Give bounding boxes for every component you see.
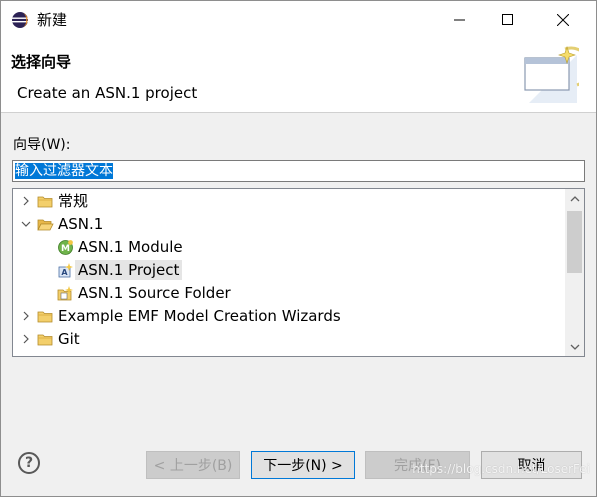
asn-project-icon: A <box>58 263 73 278</box>
tree-item-asn1-module[interactable]: M ASN.1 Module <box>13 236 565 259</box>
folder-icon <box>37 334 53 346</box>
tree-item-git[interactable]: Git <box>13 328 565 351</box>
watermark: https://blog.csdn.net/LoserFei <box>412 462 590 476</box>
tree-item-emf-examples[interactable]: Example EMF Model Creation Wizards <box>13 305 565 328</box>
help-button[interactable]: ? <box>18 452 40 474</box>
maximize-button[interactable] <box>484 1 532 39</box>
back-button[interactable]: < 上一步(B) <box>146 451 240 479</box>
chevron-down-icon[interactable] <box>20 218 32 230</box>
maximize-icon <box>502 14 513 25</box>
chevron-up-icon <box>570 195 579 201</box>
svg-text:M: M <box>61 244 70 254</box>
tree-item-label: ASN.1 Module <box>78 238 183 256</box>
tree-item-label: ASN.1 <box>58 215 104 233</box>
wizard-tree[interactable]: 常规 ASN.1 M ASN.1 Module A ASN.1 Project … <box>12 188 585 357</box>
asn-source-folder-icon <box>57 286 73 301</box>
asn-module-icon: M <box>58 240 73 255</box>
close-button[interactable] <box>539 1 587 39</box>
tree-item-label: ASN.1 Project <box>75 260 183 280</box>
filter-input-text: 输入过滤器文本 <box>15 163 113 179</box>
scroll-thumb[interactable] <box>567 211 582 273</box>
folder-icon <box>37 311 53 323</box>
banner-title: 选择向导 <box>11 53 72 71</box>
scroll-down-button[interactable] <box>565 337 584 356</box>
tree-scrollbar[interactable] <box>565 189 584 356</box>
chevron-right-icon[interactable] <box>20 310 32 322</box>
minimize-button[interactable] <box>436 1 484 39</box>
scroll-up-button[interactable] <box>565 189 584 208</box>
new-wizard-dialog: 新建 选择向导 Create an ASN.1 project 向导(W): 输… <box>0 0 597 497</box>
filter-input[interactable]: 输入过滤器文本 <box>12 160 585 182</box>
tree-item-asn1[interactable]: ASN.1 <box>13 213 565 236</box>
folder-open-icon <box>37 219 54 231</box>
svg-text:A: A <box>61 268 68 277</box>
tree-item-label: Git <box>58 330 80 348</box>
new-wizard-banner-icon <box>524 46 579 103</box>
tree-item-label: ASN.1 Source Folder <box>78 284 231 302</box>
tree-item-label: Example EMF Model Creation Wizards <box>58 307 341 325</box>
minimize-icon <box>454 19 465 21</box>
window-title: 新建 <box>37 11 68 29</box>
tree-item-label: 常规 <box>58 192 89 210</box>
title-bar: 新建 <box>1 1 596 39</box>
banner-description: Create an ASN.1 project <box>17 84 198 102</box>
help-icon: ? <box>24 455 34 471</box>
eclipse-icon <box>12 12 28 28</box>
tree-item-asn1-source-folder[interactable]: ASN.1 Source Folder <box>13 282 565 305</box>
chevron-right-icon[interactable] <box>20 195 32 207</box>
chevron-right-icon[interactable] <box>20 333 32 345</box>
tree-item-asn1-project[interactable]: A ASN.1 Project <box>13 259 565 282</box>
tree-item-general[interactable]: 常规 <box>13 190 565 213</box>
chevron-down-icon <box>570 344 579 350</box>
next-button[interactable]: 下一步(N) > <box>251 451 355 479</box>
folder-icon <box>37 196 53 208</box>
wizard-filter-label: 向导(W): <box>13 137 71 153</box>
close-icon <box>557 14 569 26</box>
wizard-banner: 选择向导 Create an ASN.1 project <box>1 39 596 113</box>
